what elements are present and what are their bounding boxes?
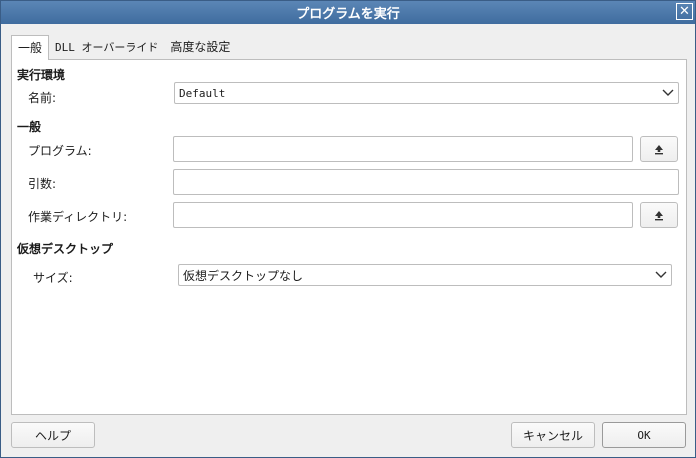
chevron-down-icon: [651, 271, 671, 279]
tab-dll-overrides-label: DLL オーバーライド: [55, 41, 159, 54]
runtime-name-value: Default: [179, 86, 226, 100]
args-input[interactable]: [173, 169, 679, 195]
virtual-desktop-size-value: 仮想デスクトップなし: [183, 268, 304, 283]
program-label: プログラム:: [28, 144, 92, 158]
title-bar: プログラムを実行 ✕: [1, 1, 695, 24]
workdir-browse-button[interactable]: [640, 202, 678, 228]
close-icon: ✕: [679, 4, 690, 19]
program-browse-button[interactable]: [640, 136, 678, 162]
name-label: 名前:: [28, 91, 57, 105]
workdir-label: 作業ディレクトリ:: [28, 210, 128, 224]
close-button[interactable]: ✕: [676, 3, 693, 20]
virtual-desktop-size-select[interactable]: 仮想デスクトップなし: [178, 264, 672, 286]
chevron-down-icon: [658, 89, 678, 97]
tab-advanced[interactable]: 高度な設定: [164, 35, 236, 59]
ok-button[interactable]: OK: [602, 422, 686, 448]
workdir-input[interactable]: [173, 202, 633, 228]
tab-panel-general: 実行環境 名前: Default 一般 プログラム: 引数: 作業ディレクトリ:: [11, 59, 687, 415]
virtual-desktop-section-title: 仮想デスクトップ: [17, 242, 114, 256]
args-label: 引数:: [28, 177, 57, 191]
cancel-button[interactable]: キャンセル: [511, 422, 595, 448]
window-title: プログラムを実行: [296, 7, 400, 22]
size-label: サイズ:: [33, 271, 73, 285]
help-button[interactable]: ヘルプ: [11, 422, 95, 448]
runtime-section-title: 実行環境: [17, 68, 66, 82]
upload-icon: [654, 210, 664, 221]
tab-general-label: 一般: [18, 41, 43, 55]
tab-dll-overrides[interactable]: DLL オーバーライド: [49, 35, 164, 59]
tab-advanced-label: 高度な設定: [170, 40, 231, 54]
dialog-window: プログラムを実行 ✕ 一般 DLL オーバーライド 高度な設定 実行環境 名前:…: [0, 0, 696, 458]
program-input[interactable]: [173, 136, 633, 162]
general-section-title: 一般: [17, 120, 42, 134]
cancel-button-label: キャンセル: [522, 428, 583, 443]
help-button-label: ヘルプ: [34, 428, 71, 443]
tab-general[interactable]: 一般: [11, 35, 50, 60]
ok-button-label: OK: [637, 428, 651, 442]
runtime-name-select[interactable]: Default: [174, 82, 679, 104]
tab-bar: 一般 DLL オーバーライド 高度な設定: [11, 35, 236, 60]
upload-icon: [654, 144, 664, 155]
